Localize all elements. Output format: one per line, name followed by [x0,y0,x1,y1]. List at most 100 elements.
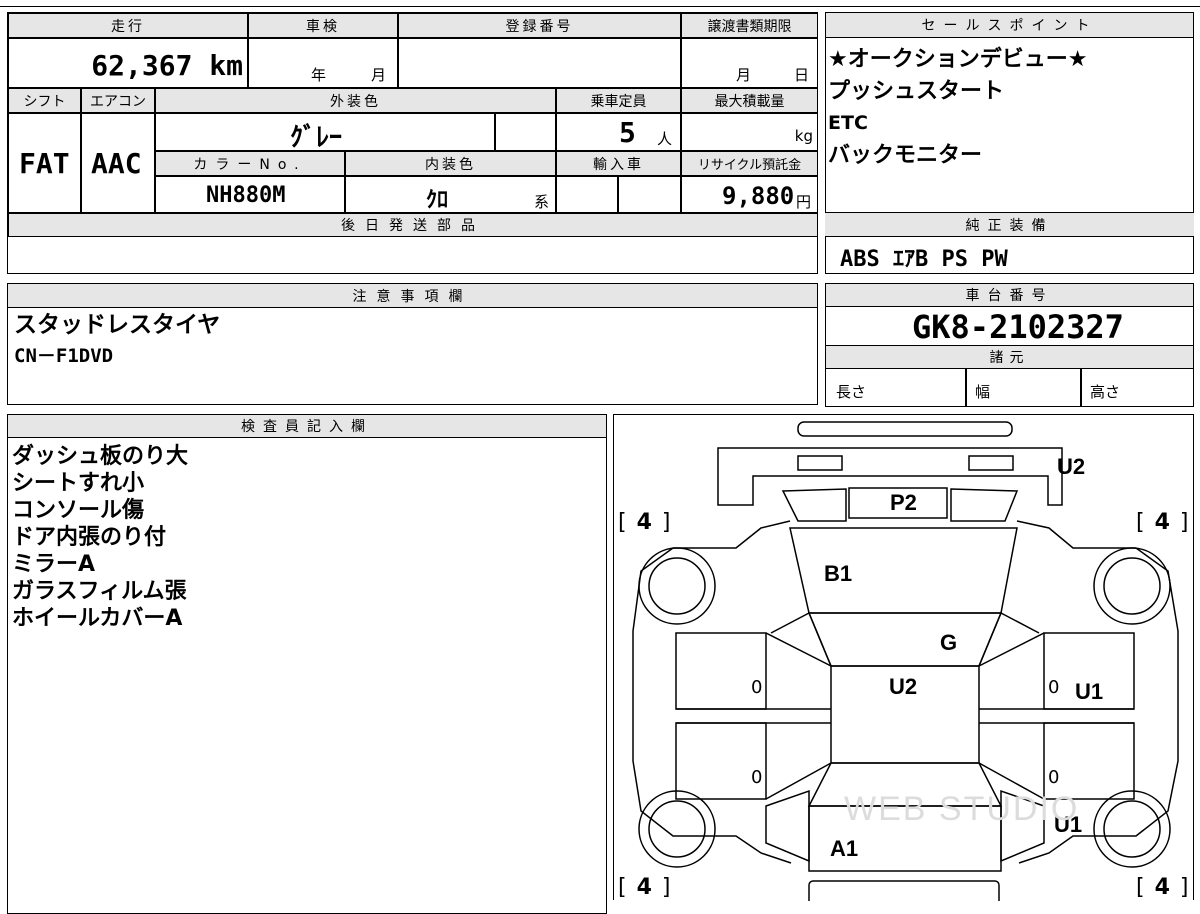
quarter-left [765,789,810,863]
wheel-front-right [1093,547,1171,625]
exterior-value-cell: ｸﾞﾚｰ [155,113,495,153]
interior-value: ｸﾛ [426,188,449,213]
recycle-header: リサイクル預託金 [681,151,818,176]
notes-header: 注意事項欄 [7,283,818,308]
rear-bumper [808,880,1000,901]
wheel-rear-left [638,790,716,868]
grille-left [781,488,847,522]
recycle-value-cell: 9,880 円 [681,176,818,213]
headlight-right [968,455,1014,471]
dim-height-label: 高さ [1090,383,1121,401]
sales-point-item: プッシュスタート [828,79,1005,104]
dim-height-cell: 高さ [1081,368,1194,407]
inspector-line: シートすれ小 [12,471,145,496]
wheel-rear-left-inner [648,800,706,858]
top-strip [0,0,1200,7]
transfer-month-unit: 月 [736,66,752,84]
import-value-cell-1 [556,176,618,213]
roof-front [807,612,1003,667]
inspector-line: ガラスフィルム張 [12,579,187,604]
recycle-unit: 円 [796,193,812,211]
interior-header: 内装色 [345,151,556,176]
aircon-value: AAC [91,147,142,180]
mileage-value-cell: 62,367 km [8,38,248,88]
sales-point-item: バックモニター [828,143,983,168]
transfer-value-cell: 月 日 [681,38,818,88]
tire-depth-front-right: [4] [1136,510,1189,535]
shift-value-cell: FAT [8,113,81,213]
capacity-value-cell: 5 人 [556,113,681,151]
front-bumper [797,421,1013,437]
recycle-value: 9,880 [722,182,795,210]
door-zero: 0 [1048,677,1060,698]
car-diagram-box: U2 P2 B1 G U2 U1 U1 A1 0 0 0 0 [4] [4] [… [613,414,1194,901]
shift-value: FAT [19,147,70,180]
max-load-unit: kg [794,127,813,145]
mileage-header: 走行 [8,13,248,38]
mark-u2-hood: U2 [1057,454,1086,479]
exterior-header: 外装色 [155,88,556,113]
sales-point-item: ★オークションデビュー★ [828,47,1088,72]
mark-a1: A1 [830,836,859,861]
mark-b1: B1 [824,561,853,586]
inspector-line: ダッシュ板のり大 [12,444,189,469]
registration-header: 登録番号 [398,13,681,38]
capacity-header: 乗車定員 [556,88,681,113]
standard-equipment-value: ABS ｴｱB PS PW [840,247,1008,272]
mark-g: G [940,630,958,655]
door-zero: 0 [751,767,763,788]
watermark: WEB STUDIO [844,790,1080,828]
sales-points-header: セールスポイント [825,12,1194,38]
dim-length-label: 長さ [836,383,867,401]
wheel-rear-right [1093,790,1171,868]
inspector-header: 検査員記入欄 [7,414,607,438]
exterior-value: ｸﾞﾚｰ [290,123,343,153]
inspection-month-unit: 月 [371,66,387,84]
shift-header: シフト [8,88,81,113]
color-no-value-cell: NH880M [155,176,345,213]
chassis-box: 車台番号 GK8-2102327 諸元 長さ 幅 高さ [825,283,1194,407]
wheel-front-left-inner [648,557,706,615]
standard-equipment-header: 純正装備 [825,212,1194,237]
door-zero: 0 [751,677,763,698]
interior-value-cell: ｸﾛ 系 [345,176,556,213]
dimensions-header: 諸元 [825,345,1194,369]
transfer-header: 譲渡書類期限 [681,13,818,38]
mark-u2-roof: U2 [889,674,918,699]
tire-depth-rear-right: [4] [1136,875,1189,900]
dim-length-cell: 長さ [825,368,966,407]
wheel-front-right-inner [1103,557,1161,615]
inspector-line: ドア内張のり付 [12,525,167,550]
mark-u1-front: U1 [1075,679,1104,704]
sales-points-list: ★オークションデビュー★ プッシュスタート ETC バックモニター [828,46,1188,174]
mileage-value: 62,367 km [91,49,243,82]
mark-p2: P2 [890,490,917,515]
registration-value-cell [398,38,681,88]
inspection-year-unit: 年 [311,66,327,84]
interior-suffix: 系 [534,193,550,211]
inspection-value-cell: 年 月 [248,38,398,88]
exterior-extra-cell [495,113,556,151]
sales-points-box: セールスポイント ★オークションデビュー★ プッシュスタート ETC バックモニ… [825,12,1194,274]
inspector-line: ホイールカバーA [12,606,183,631]
grille-right [950,488,1019,522]
sales-point-item: ETC [828,112,868,134]
headlight-left [797,455,843,471]
wheel-rear-right-inner [1103,800,1161,858]
capacity-unit: 人 [657,130,673,148]
transfer-day-unit: 日 [794,66,810,84]
max-load-header: 最大積載量 [681,88,818,113]
import-header: 輸入車 [556,151,681,176]
dim-width-label: 幅 [975,383,991,401]
dim-width-cell: 幅 [966,368,1081,407]
max-load-value-cell: kg [681,113,818,151]
capacity-value: 5 [619,116,636,149]
inspector-list: ダッシュ板のり大 シートすれ小 コンソール傷 ドア内張のり付 ミラーA ガラスフ… [12,443,188,632]
color-no-header: カラーNo. [155,151,345,176]
notes-line: CN－F1DVD [14,345,114,367]
tire-depth-front-left: [4] [618,510,671,535]
later-parts-header: 後日発送部品 [8,213,818,237]
color-no-value: NH880M [206,183,286,208]
chassis-header: 車台番号 [825,283,1194,307]
aircon-value-cell: AAC [81,113,155,213]
